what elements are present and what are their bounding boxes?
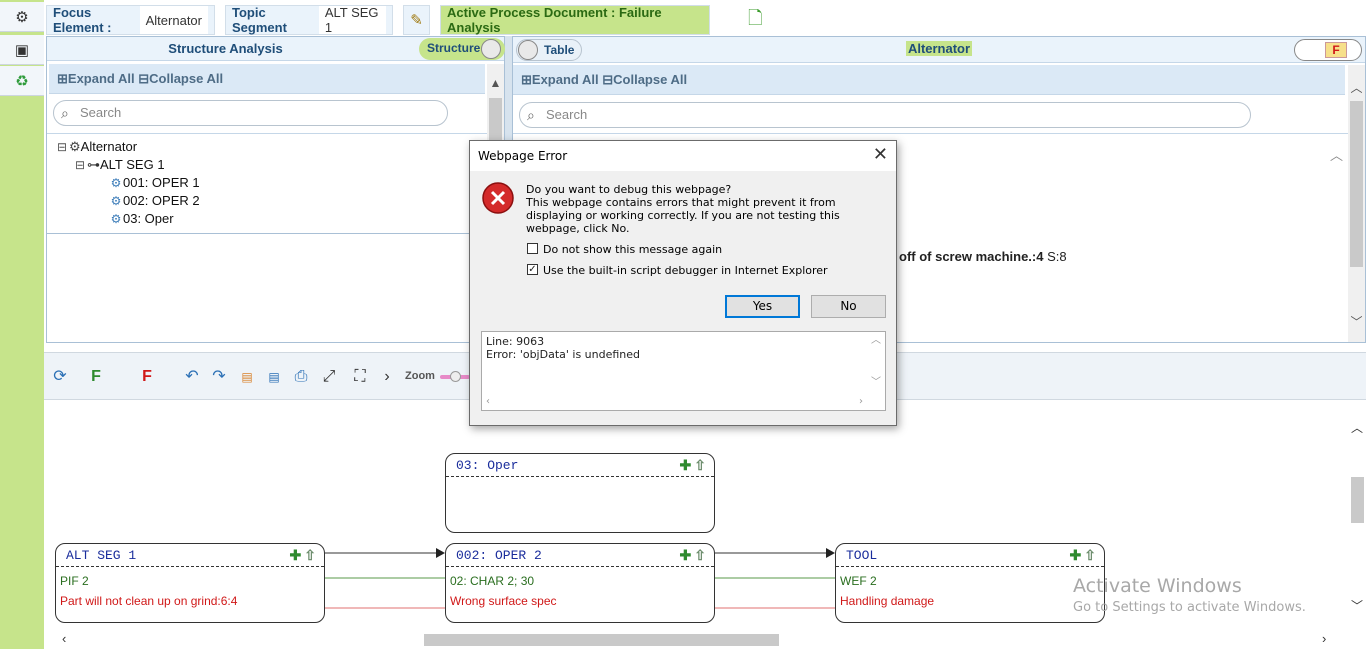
node-failure-text: Handling damage — [840, 594, 935, 608]
error-line: Line: 9063 — [486, 335, 545, 348]
close-icon[interactable]: ✕ — [873, 144, 888, 165]
node-failure-text: Wrong surface spec — [450, 594, 557, 608]
scroll-down-icon[interactable]: ﹀ — [871, 376, 881, 389]
arrow-head — [826, 548, 835, 558]
node-failure-text: Part will not clean up on grind:6:4 — [60, 594, 238, 608]
scroll-right-icon[interactable]: › — [859, 395, 863, 408]
node-actions: ✚ ⇧ — [680, 547, 706, 564]
use-debugger-checkbox[interactable]: ✓ — [527, 264, 538, 275]
canvas-vertical-scrollbar[interactable]: ︿ ﹀ — [1349, 401, 1366, 631]
activate-windows-title: Activate Windows — [1073, 575, 1242, 597]
scroll-up-icon[interactable]: ︿ — [871, 334, 881, 347]
canvas-horizontal-scrollbar[interactable]: ‹ › — [44, 631, 1349, 649]
diagram-node-segment[interactable]: ALT SEG 1 ✚ ⇧ PIF 2 Part will not clean u… — [55, 543, 325, 623]
node-actions: ✚ ⇧ — [680, 457, 706, 474]
diagram-node-oper[interactable]: 03: Oper ✚ ⇧ — [445, 453, 715, 533]
diagram-node-oper2[interactable]: 002: OPER 2 ✚ ⇧ 02: CHAR 2; 30 Wrong surf… — [445, 543, 715, 623]
add-icon[interactable]: ✚ — [290, 547, 302, 563]
node-separator — [836, 566, 1104, 567]
node-title: ALT SEG 1 — [66, 548, 137, 563]
no-button[interactable]: No — [811, 295, 886, 318]
arrow-up-icon[interactable]: ⇧ — [1084, 547, 1096, 563]
activate-windows-subtitle: Go to Settings to activate Windows. — [1073, 600, 1306, 615]
scroll-left-icon[interactable]: ‹ — [62, 631, 66, 646]
webpage-error-dialog: Webpage Error ✕ Do you want to debug thi… — [469, 140, 897, 426]
dont-show-label: Do not show this message again — [543, 243, 723, 256]
arrow-up-icon[interactable]: ⇧ — [694, 547, 706, 563]
add-icon[interactable]: ✚ — [1070, 547, 1082, 563]
error-message: Error: 'objData' is undefined — [486, 348, 641, 361]
scroll-up-icon[interactable]: ︿ — [1351, 419, 1363, 436]
arrow-up-icon[interactable]: ⇧ — [304, 547, 316, 563]
dialog-title: Webpage Error — [470, 141, 896, 171]
scroll-right-icon[interactable]: › — [1322, 631, 1326, 646]
node-function-text: WEF 2 — [840, 574, 877, 588]
node-actions: ✚ ⇧ — [1070, 547, 1096, 564]
node-separator — [446, 566, 714, 567]
node-actions: ✚ ⇧ — [290, 547, 316, 564]
scroll-left-icon[interactable]: ‹ — [486, 395, 490, 408]
node-function-text: PIF 2 — [60, 574, 89, 588]
add-icon[interactable]: ✚ — [680, 457, 692, 473]
node-separator — [446, 476, 714, 477]
dialog-question: Do you want to debug this webpage? — [526, 183, 732, 196]
node-title: 03: Oper — [456, 458, 519, 473]
dont-show-checkbox[interactable] — [527, 243, 538, 254]
use-debugger-label: Use the built-in script debugger in Inte… — [543, 264, 828, 277]
arrow-head — [436, 548, 445, 558]
error-detail-box[interactable]: Line: 9063 Error: 'objData' is undefined… — [481, 331, 886, 411]
scroll-thumb[interactable] — [1351, 477, 1364, 523]
error-icon — [482, 182, 514, 214]
scroll-down-icon[interactable]: ﹀ — [1351, 597, 1363, 614]
node-function-text: 02: CHAR 2; 30 — [450, 574, 535, 588]
arrow-up-icon[interactable]: ⇧ — [694, 457, 706, 473]
node-separator — [56, 566, 324, 567]
node-title: 002: OPER 2 — [456, 548, 542, 563]
node-title: TOOL — [846, 548, 878, 563]
yes-button[interactable]: Yes — [725, 295, 800, 318]
dialog-body: This webpage contains errors that might … — [526, 196, 840, 235]
diagram-node-tool[interactable]: TOOL ✚ ⇧ WEF 2 Handling damage — [835, 543, 1105, 623]
scroll-thumb[interactable] — [424, 634, 779, 646]
add-icon[interactable]: ✚ — [680, 547, 692, 563]
